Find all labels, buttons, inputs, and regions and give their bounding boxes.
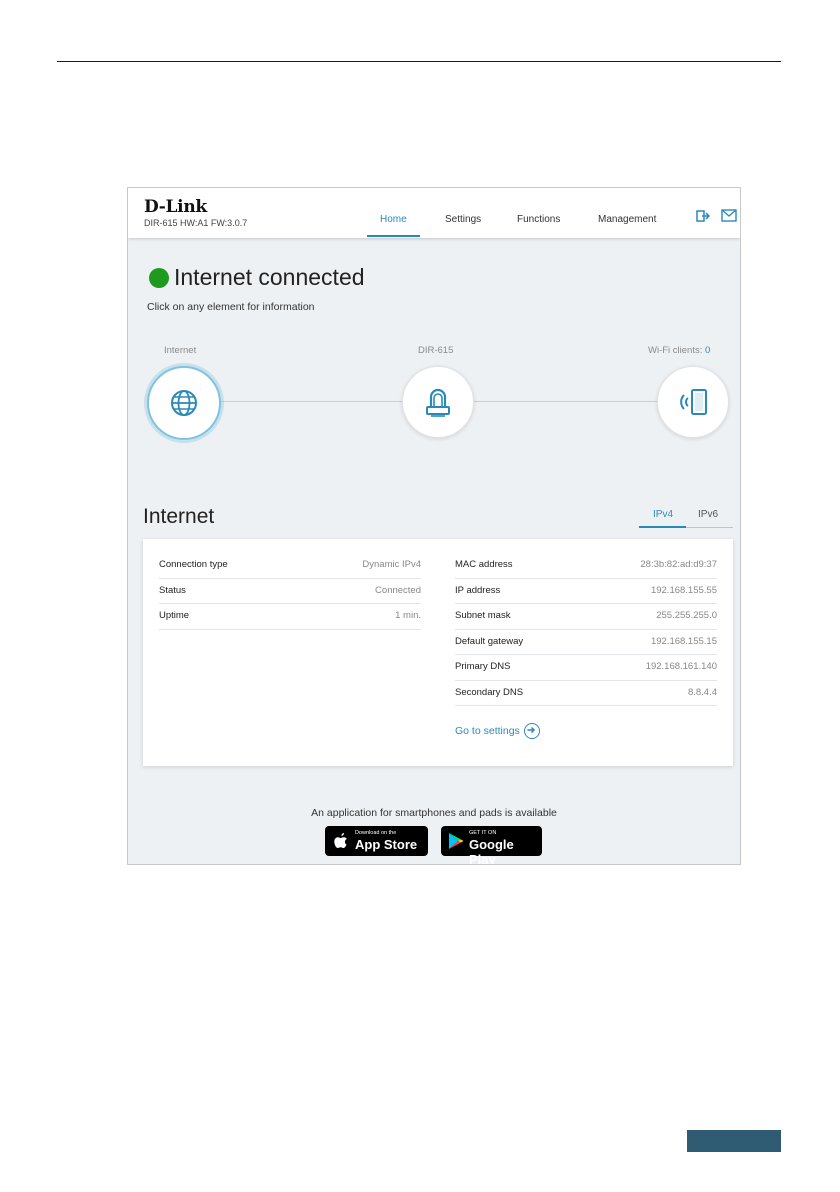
right-info-table: MAC address 28:3b:82:ad:d9:37 IP address…: [455, 553, 717, 706]
tab-ipv4[interactable]: IPv4: [653, 509, 673, 520]
go-to-settings-label: Go to settings: [455, 725, 520, 737]
row-key: Subnet mask: [455, 610, 511, 621]
nav-management[interactable]: Management: [598, 214, 656, 225]
table-row: Secondary DNS 8.8.4.4: [455, 681, 717, 706]
app-store-badge[interactable]: Download on the App Store: [325, 826, 428, 856]
wifi-client-count: 0: [705, 345, 711, 356]
nav-settings[interactable]: Settings: [445, 214, 481, 225]
row-value: 28:3b:82:ad:d9:37: [640, 559, 717, 570]
top-bar: D-Link DIR-615 HW:A1 FW:3.0.7 Home Setti…: [128, 188, 740, 238]
google-play-icon: [449, 833, 464, 849]
row-value: 8.8.4.4: [687, 686, 717, 698]
wifi-label-text: Wi-Fi clients:: [648, 345, 703, 356]
row-value: 1 min.: [395, 610, 421, 621]
row-value: 192.168.161.140: [645, 661, 717, 672]
router-icon: [426, 388, 450, 417]
tab-ipv6[interactable]: IPv6: [698, 509, 718, 520]
wifi-clients-node[interactable]: [657, 366, 729, 438]
table-row: MAC address 28:3b:82:ad:d9:37: [455, 553, 717, 579]
logout-icon[interactable]: [696, 209, 712, 223]
internet-node[interactable]: [147, 366, 221, 440]
dlink-logo: D-Link: [144, 197, 207, 217]
app-availability-note: An application for smartphones and pads …: [311, 807, 557, 819]
hint-text: Click on any element for information: [147, 301, 315, 313]
ip-version-tabs: IPv4 IPv6: [639, 504, 733, 528]
globe-icon: [171, 390, 197, 416]
page-number-bar: [687, 1130, 781, 1152]
nav-active-underline: [367, 235, 420, 237]
nav-functions[interactable]: Functions: [517, 214, 560, 225]
row-key: Default gateway: [455, 635, 524, 647]
status-title: Internet connected: [174, 264, 365, 290]
row-value: 192.168.155.15: [650, 635, 717, 647]
app-store-big-text: App Store: [355, 837, 418, 852]
router-node[interactable]: [402, 366, 474, 438]
internet-info-card: Connection type Dynamic IPv4 Status Conn…: [143, 539, 733, 766]
row-key: Uptime: [159, 610, 190, 621]
row-value: Dynamic IPv4: [362, 559, 421, 570]
section-title: Internet: [143, 505, 215, 528]
mail-icon[interactable]: [721, 209, 737, 223]
table-row: Connection type Dynamic IPv4: [159, 553, 421, 579]
router-node-label: DIR-615: [418, 345, 454, 356]
row-value: 192.168.155.55: [650, 584, 717, 596]
wifi-node-label: Wi-Fi clients: 0: [648, 345, 710, 356]
arrow-right-circle-icon: [523, 723, 540, 739]
row-value: 255.255.255.0: [656, 610, 717, 621]
wireless-device-icon: [680, 389, 707, 415]
status-indicator: [149, 268, 169, 288]
row-key: Primary DNS: [455, 661, 511, 672]
table-row: Status Connected: [159, 579, 421, 604]
row-key: MAC address: [455, 559, 513, 570]
row-key: Connection type: [159, 559, 228, 570]
model-info: DIR-615 HW:A1 FW:3.0.7: [144, 218, 248, 228]
connection-line: [473, 401, 657, 402]
table-row: IP address 192.168.155.55: [455, 579, 717, 604]
table-row: Uptime 1 min.: [159, 604, 421, 630]
google-play-small-text: GET IT ON: [469, 830, 497, 836]
google-play-badge[interactable]: GET IT ON Google Play: [441, 826, 542, 864]
app-store-small-text: Download on the: [355, 830, 397, 836]
row-key: Secondary DNS: [455, 686, 524, 698]
top-rule: [57, 61, 781, 62]
go-to-settings-link[interactable]: Go to settings: [455, 723, 540, 739]
row-key: IP address: [455, 584, 501, 596]
left-info-table: Connection type Dynamic IPv4 Status Conn…: [159, 553, 421, 630]
router-web-ui: D-Link DIR-615 HW:A1 FW:3.0.7 Home Setti…: [127, 187, 741, 865]
apple-icon: [334, 833, 347, 848]
row-value: Connected: [375, 584, 421, 596]
internet-node-label: Internet: [164, 345, 197, 356]
table-row: Default gateway 192.168.155.15: [455, 630, 717, 655]
row-key: Status: [159, 584, 186, 596]
table-row: Primary DNS 192.168.161.140: [455, 655, 717, 681]
connection-line: [218, 401, 403, 402]
table-row: Subnet mask 255.255.255.0: [455, 604, 717, 630]
nav-home[interactable]: Home: [380, 214, 407, 225]
tab-active-underline: [639, 526, 686, 528]
google-play-big-text: Google Play: [469, 837, 514, 865]
